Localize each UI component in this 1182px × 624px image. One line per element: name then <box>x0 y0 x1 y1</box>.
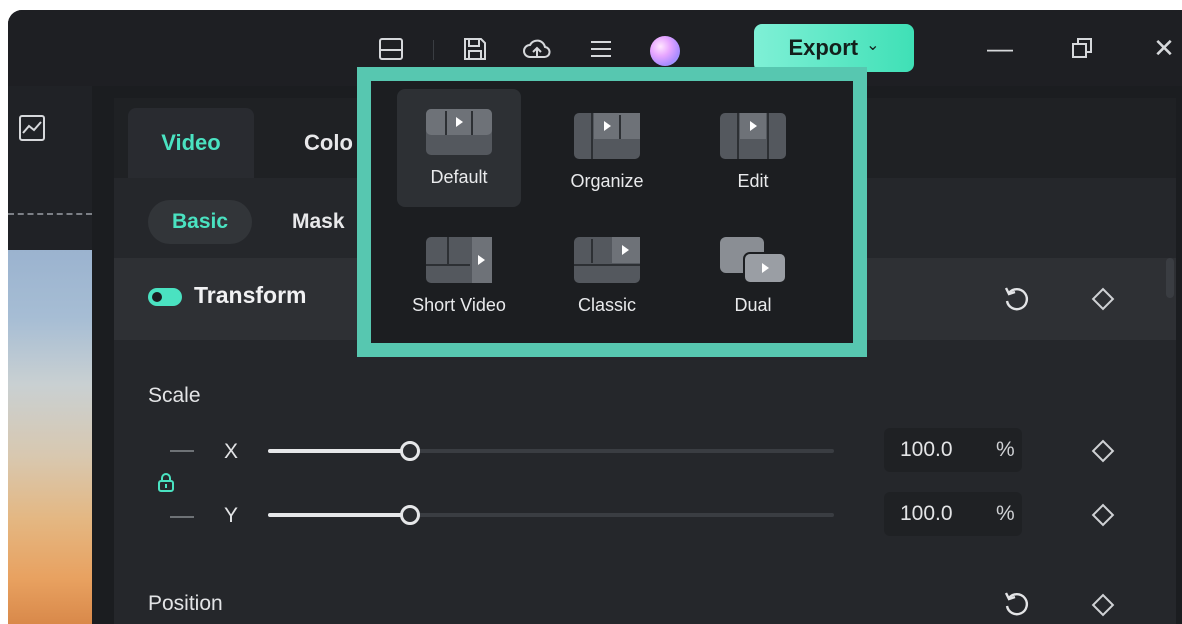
minimize-button[interactable]: — <box>980 28 1020 68</box>
layout-dual-label: Dual <box>734 295 772 315</box>
avatar[interactable] <box>650 36 680 66</box>
subtab-basic[interactable]: Basic <box>148 200 252 244</box>
cloud-upload-icon[interactable] <box>522 34 552 64</box>
layout-dual-icon <box>720 237 787 284</box>
save-icon[interactable] <box>460 34 490 64</box>
chevron-down-icon: ⌄ <box>866 37 880 54</box>
title-separator <box>433 40 434 60</box>
scale-y-keyframe-diamond-icon[interactable] <box>1090 502 1116 528</box>
export-label: Export <box>788 35 859 60</box>
subtab-mask[interactable]: Mask <box>292 200 345 244</box>
layout-organize-icon <box>574 113 640 159</box>
scale-y-slider[interactable] <box>268 505 834 525</box>
video-preview-image <box>8 250 92 624</box>
chart-icon[interactable] <box>18 114 46 142</box>
layout-organize[interactable]: Organize <box>545 93 669 211</box>
close-button[interactable]: ✕ <box>1144 28 1182 68</box>
position-keyframe-diamond-icon[interactable] <box>1090 592 1116 618</box>
scale-label: Scale <box>148 384 201 407</box>
layout-edit-icon <box>720 113 786 159</box>
position-reset-icon[interactable] <box>1002 590 1030 618</box>
scale-y-value: 100.0 <box>900 502 953 525</box>
scale-x-slider[interactable] <box>268 441 834 461</box>
layout-default-label: Default <box>430 167 488 187</box>
link-bracket-top <box>170 450 194 452</box>
layout-default-icon <box>426 109 492 155</box>
link-bracket-bottom <box>170 516 194 518</box>
close-icon: ✕ <box>1153 32 1175 63</box>
layout-mode-popup: Default Organize Edit Short Video Classi… <box>357 67 867 357</box>
layout-classic-icon <box>574 237 640 283</box>
layout-short-video-label: Short Video <box>412 295 506 315</box>
transform-label: Transform <box>194 282 307 308</box>
tab-color[interactable]: Colo <box>304 108 353 178</box>
layout-edit[interactable]: Edit <box>691 93 815 211</box>
layout-classic-label: Classic <box>577 295 636 315</box>
keyframe-diamond-icon[interactable] <box>1090 286 1116 312</box>
position-label: Position <box>148 592 223 615</box>
transform-toggle[interactable] <box>148 288 182 306</box>
scale-x-field[interactable]: 100.0 % <box>884 428 1022 472</box>
layout-dual[interactable]: Dual <box>691 217 815 335</box>
export-button[interactable]: Export ⌄ <box>754 24 914 72</box>
restore-icon <box>1072 38 1092 58</box>
layout-short-video-icon <box>426 237 492 283</box>
scale-y-field[interactable]: 100.0 % <box>884 492 1022 536</box>
left-panel <box>8 86 92 624</box>
panel-scrollbar[interactable] <box>1166 258 1174 298</box>
scale-x-slider-fill <box>268 449 410 453</box>
scale-y-label: Y <box>224 504 239 527</box>
layout-classic[interactable]: Classic <box>545 217 669 335</box>
restore-button[interactable] <box>1062 28 1102 68</box>
scale-y-slider-fill <box>268 513 410 517</box>
scale-x-label: X <box>224 440 239 463</box>
scale-x-slider-thumb[interactable] <box>400 441 420 461</box>
scale-x-value: 100.0 <box>900 438 953 461</box>
scale-y-unit: % <box>996 502 1015 525</box>
layout-icon[interactable] <box>376 34 406 64</box>
reset-icon[interactable] <box>1002 285 1030 313</box>
layout-short-video[interactable]: Short Video <box>397 217 521 335</box>
lock-icon[interactable] <box>156 472 176 492</box>
scale-x-keyframe-diamond-icon[interactable] <box>1090 438 1116 464</box>
minimize-icon: — <box>987 32 1013 63</box>
scale-y-slider-thumb[interactable] <box>400 505 420 525</box>
layout-edit-label: Edit <box>737 171 769 191</box>
scale-x-unit: % <box>996 438 1015 461</box>
layout-organize-label: Organize <box>570 171 644 191</box>
tab-video[interactable]: Video <box>128 108 254 178</box>
timeline-divider <box>8 213 92 215</box>
layout-default[interactable]: Default <box>397 89 521 207</box>
menu-icon[interactable] <box>586 34 616 64</box>
